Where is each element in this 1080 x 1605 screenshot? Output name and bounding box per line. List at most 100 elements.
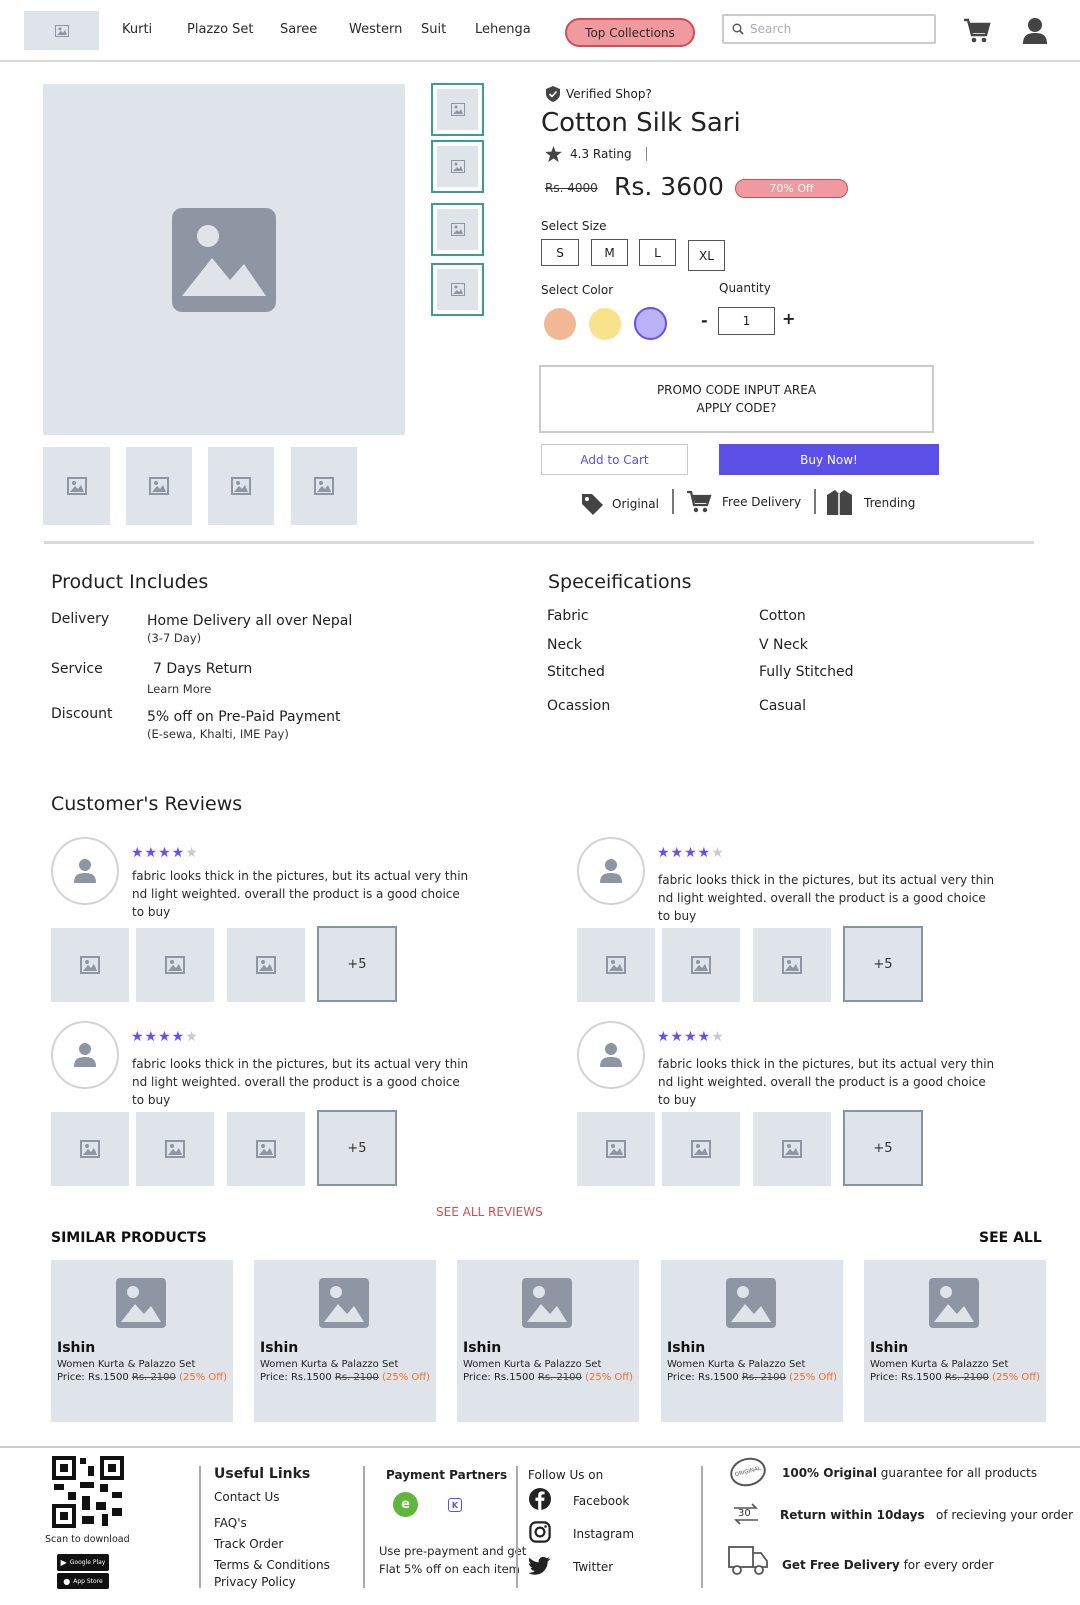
footer-link-faq[interactable]: FAQ's xyxy=(214,1516,247,1530)
nav-link-suit[interactable]: Suit xyxy=(421,22,446,37)
color-swatch-yellow[interactable] xyxy=(589,308,621,340)
image-icon xyxy=(319,1278,369,1328)
review-more-images[interactable]: +5 xyxy=(843,1110,923,1186)
useful-links-heading: Useful Links xyxy=(214,1466,311,1482)
card-price: Price: Rs.1500 Rs. 2100 (25% Off) xyxy=(667,1372,838,1383)
product-card[interactable]: Ishin Women Kurta & Palazzo Set Price: R… xyxy=(457,1260,639,1422)
card-name: Women Kurta & Palazzo Set xyxy=(463,1359,602,1370)
guarantee-return: Return within 10days of recieving your o… xyxy=(780,1508,1073,1522)
footer-link-contact[interactable]: Contact Us xyxy=(214,1490,280,1504)
color-swatch-lavender[interactable] xyxy=(634,307,667,340)
thumbnail-bottom-1[interactable] xyxy=(43,447,110,525)
buy-now-button[interactable]: Buy Now! xyxy=(719,444,939,475)
spec-label-neck: Neck xyxy=(547,637,582,653)
guarantee-original: 100% Original guarantee for all products xyxy=(782,1466,1037,1480)
google-play-badge[interactable]: ▶ Google Play xyxy=(57,1554,109,1571)
quantity-plus-button[interactable]: + xyxy=(782,309,795,328)
promo-line-2: APPLY CODE? xyxy=(696,401,777,415)
thumbnail-bottom-3[interactable] xyxy=(208,447,274,525)
top-collections-button[interactable]: Top Collections xyxy=(565,18,695,47)
size-m-button[interactable]: M xyxy=(591,239,628,266)
tag-icon xyxy=(582,494,603,515)
review-image[interactable] xyxy=(577,1112,655,1186)
product-card[interactable]: Ishin Women Kurta & Palazzo Set Price: R… xyxy=(254,1260,436,1422)
facebook-link[interactable]: Facebook xyxy=(573,1494,629,1508)
verified-shop[interactable]: Verified Shop? xyxy=(546,86,652,102)
logo-placeholder[interactable] xyxy=(24,11,99,50)
reviewer-avatar xyxy=(577,837,645,905)
image-icon xyxy=(54,24,69,37)
card-name: Women Kurta & Palazzo Set xyxy=(667,1359,806,1370)
footer-link-privacy[interactable]: Privacy Policy xyxy=(214,1575,296,1589)
product-title: Cotton Silk Sari xyxy=(541,108,741,138)
review-image[interactable] xyxy=(136,1112,214,1186)
instagram-link[interactable]: Instagram xyxy=(573,1527,634,1541)
twitter-icon[interactable] xyxy=(529,1554,551,1576)
review-image[interactable] xyxy=(662,928,740,1002)
review-image[interactable] xyxy=(227,1112,305,1186)
review-image[interactable] xyxy=(51,1112,129,1186)
review-more-images[interactable]: +5 xyxy=(317,926,397,1002)
learn-more-link[interactable]: Learn More xyxy=(147,682,211,696)
add-to-cart-button[interactable]: Add to Cart xyxy=(541,444,688,475)
include-value-service: 7 Days Return xyxy=(153,661,253,677)
promo-code-area[interactable]: PROMO CODE INPUT AREA APPLY CODE? xyxy=(539,365,934,433)
similar-products-heading: SIMILAR PRODUCTS xyxy=(51,1230,207,1246)
thumbnail-side-1[interactable] xyxy=(431,83,484,136)
thumbnail-bottom-4[interactable] xyxy=(291,447,357,525)
divider xyxy=(645,147,647,161)
quantity-minus-button[interactable]: - xyxy=(701,311,708,330)
cart-icon[interactable] xyxy=(963,17,991,44)
app-store-badge[interactable]: ● App Store xyxy=(57,1573,109,1589)
see-all-reviews-link[interactable]: SEE ALL REVIEWS xyxy=(436,1205,543,1219)
quantity-input[interactable]: 1 xyxy=(718,307,775,335)
spec-value-occasion: Casual xyxy=(759,698,806,714)
card-name: Women Kurta & Palazzo Set xyxy=(260,1359,399,1370)
thumbnail-bottom-2[interactable] xyxy=(126,447,192,525)
badge-trending: Trending xyxy=(827,490,915,515)
size-l-button[interactable]: L xyxy=(639,239,676,266)
guarantee-original-rest: guarantee for all products xyxy=(880,1466,1038,1480)
review-more-images[interactable]: +5 xyxy=(843,926,923,1002)
divider xyxy=(363,1466,365,1588)
size-xl-button[interactable]: XL xyxy=(688,240,725,271)
search-input[interactable]: Search xyxy=(722,14,936,44)
see-all-link[interactable]: SEE ALL xyxy=(979,1230,1042,1246)
facebook-icon[interactable] xyxy=(529,1488,551,1510)
review-image[interactable] xyxy=(753,928,831,1002)
delivery-truck-icon xyxy=(728,1546,768,1575)
twitter-link[interactable]: Twitter xyxy=(573,1560,613,1574)
review-image[interactable] xyxy=(753,1112,831,1186)
product-card[interactable]: Ishin Women Kurta & Palazzo Set Price: R… xyxy=(661,1260,843,1422)
nav-link-saree[interactable]: Saree xyxy=(280,22,317,37)
footer-link-terms[interactable]: Terms & Conditions xyxy=(214,1558,330,1572)
review-more-images[interactable]: +5 xyxy=(317,1110,397,1186)
review-image[interactable] xyxy=(577,928,655,1002)
footer-link-track-order[interactable]: Track Order xyxy=(214,1537,283,1551)
card-brand: Ishin xyxy=(870,1340,909,1356)
reviewer-avatar xyxy=(51,1021,119,1089)
guarantee-delivery: Get Free Delivery for every order xyxy=(782,1558,994,1572)
thumbnail-side-2[interactable] xyxy=(431,140,484,193)
instagram-icon[interactable] xyxy=(529,1521,551,1543)
review-image[interactable] xyxy=(136,928,214,1002)
thumbnail-side-3[interactable] xyxy=(431,203,484,256)
review-image[interactable] xyxy=(662,1112,740,1186)
nav-link-lehenga[interactable]: Lehenga xyxy=(475,22,531,37)
badge-free-delivery: Free Delivery xyxy=(686,490,801,514)
review-image[interactable] xyxy=(51,928,129,1002)
thumbnail-side-4[interactable] xyxy=(431,263,484,316)
nav-link-plazzo-set[interactable]: Plazzo Set xyxy=(187,22,254,37)
nav-link-western[interactable]: Western xyxy=(349,22,402,37)
nav-link-kurti[interactable]: Kurti xyxy=(122,22,152,37)
product-card[interactable]: Ishin Women Kurta & Palazzo Set Price: R… xyxy=(51,1260,233,1422)
image-icon xyxy=(522,1278,572,1328)
size-s-button[interactable]: S xyxy=(541,239,579,266)
review-image[interactable] xyxy=(227,928,305,1002)
scan-to-download: Scan to download xyxy=(45,1534,130,1545)
image-icon xyxy=(172,207,276,312)
product-card[interactable]: Ishin Women Kurta & Palazzo Set Price: R… xyxy=(864,1260,1046,1422)
user-icon[interactable] xyxy=(1022,17,1048,45)
color-swatch-peach[interactable] xyxy=(544,308,576,340)
image-icon xyxy=(929,1278,979,1328)
